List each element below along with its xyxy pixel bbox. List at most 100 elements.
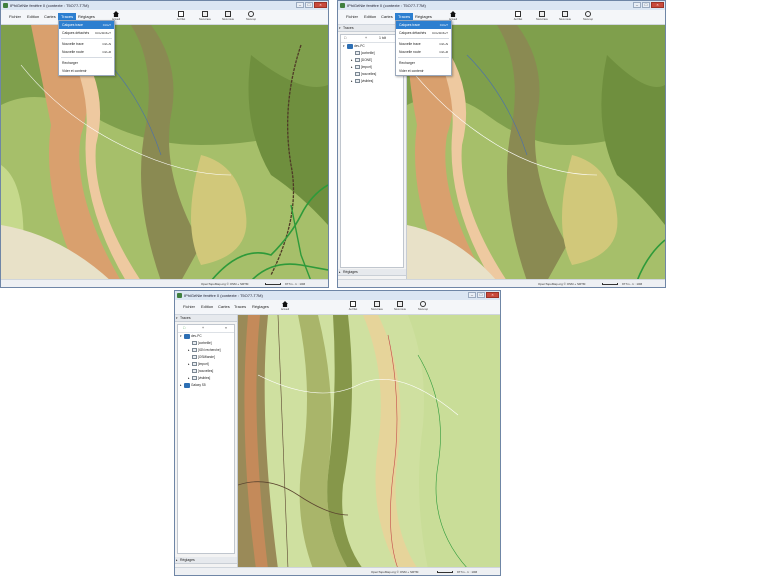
toolbar-aufiler-button[interactable]: Au Filet — [510, 11, 526, 23]
map-attribution: OpenTopoMap.org © OSM + SRTM — [371, 570, 419, 574]
menu-item-nouvelle-route[interactable]: Nouvelle route Ctrl+R — [59, 48, 114, 56]
menu-item-nouvelle-route[interactable]: Nouvelle route Ctrl+R — [396, 48, 451, 56]
minimize-button[interactable]: – — [296, 2, 304, 8]
toolbar-aufiler-button[interactable]: Au Filet — [173, 11, 189, 23]
menu-item-calques-detaches[interactable]: Calques détachés Ctrl+Shift+T — [59, 29, 114, 37]
menu-traces[interactable]: Traces — [58, 13, 77, 20]
tree-add-button[interactable]: + — [202, 326, 204, 330]
tree-toolbar: □ + 1 tdt — [341, 35, 403, 43]
tree-item[interactable]: [nouvelles] — [351, 71, 376, 78]
scale-bar — [602, 283, 618, 285]
menu-item-shortcut: Ctrl+N — [439, 42, 448, 46]
toolbar-nouv-route-button[interactable]: Nouv.route — [220, 11, 236, 23]
window-controls: – □ × — [633, 2, 664, 8]
menu-item-calques-trace[interactable]: Calques trace Ctrl+T — [59, 21, 114, 29]
toolbar-label: Au Filet — [513, 18, 523, 21]
menu-item-calques-detaches[interactable]: Calques détachés Ctrl+Shift+T — [396, 29, 451, 37]
maximize-button[interactable]: □ — [305, 2, 313, 8]
tree-more-button[interactable]: » — [225, 326, 227, 330]
toolbar-nouv-rep-button[interactable]: Nouv.rep — [415, 301, 431, 313]
new-trace-icon — [374, 301, 380, 307]
toolbar-aufiler-button[interactable]: Au Filet — [345, 301, 361, 313]
tree-item[interactable]: [corbeille] — [188, 340, 212, 347]
menu-reglages[interactable]: Réglages — [76, 14, 97, 19]
tree-item-device[interactable]: ▾ dev-PC — [343, 43, 365, 50]
menu-fichier[interactable]: Fichier — [7, 14, 23, 19]
menu-cartes[interactable]: Cartes — [216, 304, 232, 309]
tree-item[interactable]: [corbeille] — [351, 50, 375, 57]
menu-item-vider[interactable]: Vider et contenir — [396, 67, 451, 75]
traces-panel-header[interactable]: ▾ Traces — [175, 315, 237, 322]
collapse-arrow-icon: ▾ — [339, 26, 341, 30]
close-button[interactable]: × — [486, 292, 499, 298]
toolbar-accueil-button[interactable]: Accueil — [277, 301, 293, 313]
app-window-2: IPhiGéNie fenêtre 0 (contexte : T5O77-T7… — [337, 0, 666, 288]
menu-item-shortcut: Ctrl+T — [102, 23, 111, 27]
tree-item-device[interactable]: ▾ dev-PC — [180, 333, 202, 340]
minimize-button[interactable]: – — [468, 292, 476, 298]
filter-icon — [350, 301, 356, 307]
menu-cartes[interactable]: Cartes — [42, 14, 58, 19]
menu-item-nouvelle-trace[interactable]: Nouvelle trace Ctrl+N — [59, 40, 114, 48]
toolbar-label: Nouv.rep — [246, 18, 256, 21]
window-controls: – □ × — [468, 292, 499, 298]
maximize-button[interactable]: □ — [477, 292, 485, 298]
tree-item[interactable]: ▸ [IGN recherche] — [188, 347, 221, 354]
toolbar-nouv-route-button[interactable]: Nouv.route — [392, 301, 408, 313]
tree-item-device[interactable]: ▸ Galaxy S5 — [180, 382, 206, 389]
tree-item[interactable]: ▸ [visibles] — [188, 375, 210, 382]
menu-item-nouvelle-trace[interactable]: Nouvelle trace Ctrl+N — [396, 40, 451, 48]
tree-label: [corbeille] — [198, 341, 212, 345]
map-attribution: OpenTopoMap.org © OSM + SRTM — [201, 282, 249, 286]
tree-item[interactable]: ▸ [import] — [188, 361, 209, 368]
maximize-button[interactable]: □ — [642, 2, 650, 8]
menu-reglages[interactable]: Réglages — [250, 304, 271, 309]
menu-item-label: Nouvelle route — [62, 50, 84, 54]
menu-cartes[interactable]: Cartes — [379, 14, 395, 19]
toolbar-nouv-route-button[interactable]: Nouv.route — [557, 11, 573, 23]
menu-item-recharger[interactable]: Recharger — [396, 59, 451, 67]
menu-fichier[interactable]: Fichier — [181, 304, 197, 309]
tree-folder-icon[interactable]: □ — [183, 326, 185, 330]
tree-folder-icon[interactable]: □ — [344, 36, 346, 40]
tree-item[interactable]: ▸ [DONE] — [351, 57, 372, 64]
reglages-panel-header[interactable]: ▸ Réglages — [338, 269, 406, 276]
toolbar-nouv-trace-button[interactable]: Nouv.trace — [369, 301, 385, 313]
toolbar-label: Nouv.route — [558, 18, 572, 21]
toolbar-nouv-trace-button[interactable]: Nouv.trace — [197, 11, 213, 23]
menu-separator — [398, 38, 449, 39]
minimize-button[interactable]: – — [633, 2, 641, 8]
menu-edition[interactable]: Edition — [25, 14, 41, 19]
tree-item[interactable]: ▸ [import] — [351, 64, 372, 71]
folder-icon — [192, 369, 197, 374]
toolbar-nouv-rep-button[interactable]: Nouv.rep — [580, 11, 596, 23]
menu-reglages[interactable]: Réglages — [413, 14, 434, 19]
tree-add-button[interactable]: + — [365, 36, 367, 40]
menu-item-label: Calques trace — [399, 23, 420, 27]
tree-all-button[interactable]: 1 tdt — [379, 36, 386, 40]
menu-traces[interactable]: Traces — [232, 304, 248, 309]
reglages-panel-header[interactable]: ▸ Réglages — [175, 557, 237, 564]
map-view[interactable] — [238, 315, 500, 569]
toolbar-nouv-rep-button[interactable]: Nouv.rep — [243, 11, 259, 23]
home-icon — [282, 301, 288, 307]
close-button[interactable]: × — [314, 2, 327, 8]
menu-item-recharger[interactable]: Recharger — [59, 59, 114, 67]
menu-edition[interactable]: Edition — [199, 304, 215, 309]
menu-item-shortcut: Ctrl+R — [102, 50, 111, 54]
menu-traces[interactable]: Traces — [395, 13, 414, 20]
close-button[interactable]: × — [651, 2, 664, 8]
menu-fichier[interactable]: Fichier — [344, 14, 360, 19]
tree-item[interactable]: [OSMlande] — [188, 354, 215, 361]
map-view[interactable] — [1, 25, 328, 281]
folder-icon — [355, 72, 360, 77]
menu-edition[interactable]: Edition — [362, 14, 378, 19]
home-icon — [450, 11, 456, 17]
tree-item[interactable]: ▸ [visibles] — [351, 78, 373, 85]
menu-item-vider[interactable]: Vider et contenir — [59, 67, 114, 75]
tree-item[interactable]: [nouvelles] — [188, 368, 213, 375]
menu-item-shortcut: Ctrl+R — [439, 50, 448, 54]
menu-item-calques-trace[interactable]: Calques trace Ctrl+T — [396, 21, 451, 29]
toolbar-nouv-trace-button[interactable]: Nouv.trace — [534, 11, 550, 23]
window-title: IPhiGéNie fenêtre 0 (contexte : T5O77-T7… — [347, 3, 426, 8]
